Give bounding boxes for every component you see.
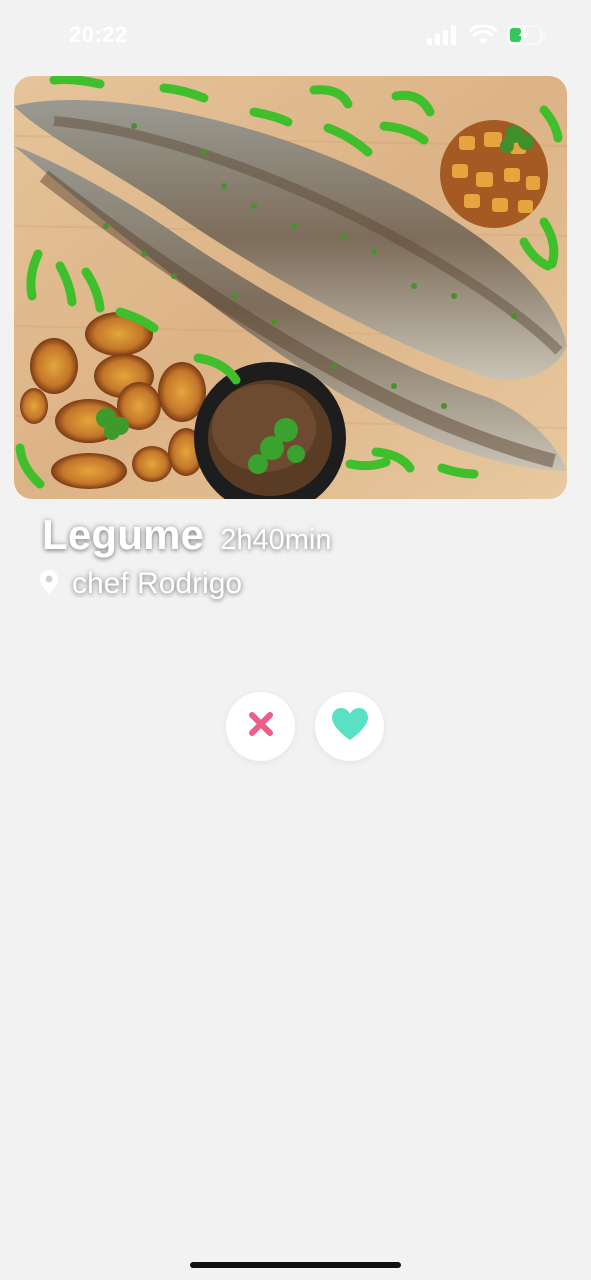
- status-icons: [427, 23, 547, 51]
- wifi-icon: [469, 23, 497, 50]
- cellular-signal-icon: [427, 25, 459, 50]
- like-button[interactable]: [315, 692, 384, 761]
- home-indicator[interactable]: [190, 1262, 401, 1268]
- location-pin-icon: [40, 569, 58, 599]
- heart-icon: [331, 707, 369, 746]
- chef-name: chef Rodrigo: [72, 567, 243, 600]
- battery-charging-icon: [507, 24, 547, 51]
- dish-image[interactable]: [14, 76, 567, 499]
- dish-duration: 2h40min: [220, 524, 332, 556]
- close-x-icon: [247, 710, 275, 743]
- chef-row: chef Rodrigo: [40, 567, 242, 601]
- dislike-button[interactable]: [226, 692, 295, 761]
- status-time: 20:22: [69, 22, 128, 47]
- status-bar: 20:22: [0, 0, 591, 70]
- dish-title-row: Legume 2h40min: [42, 511, 331, 559]
- action-buttons: [226, 692, 384, 761]
- dish-name: Legume: [42, 511, 205, 558]
